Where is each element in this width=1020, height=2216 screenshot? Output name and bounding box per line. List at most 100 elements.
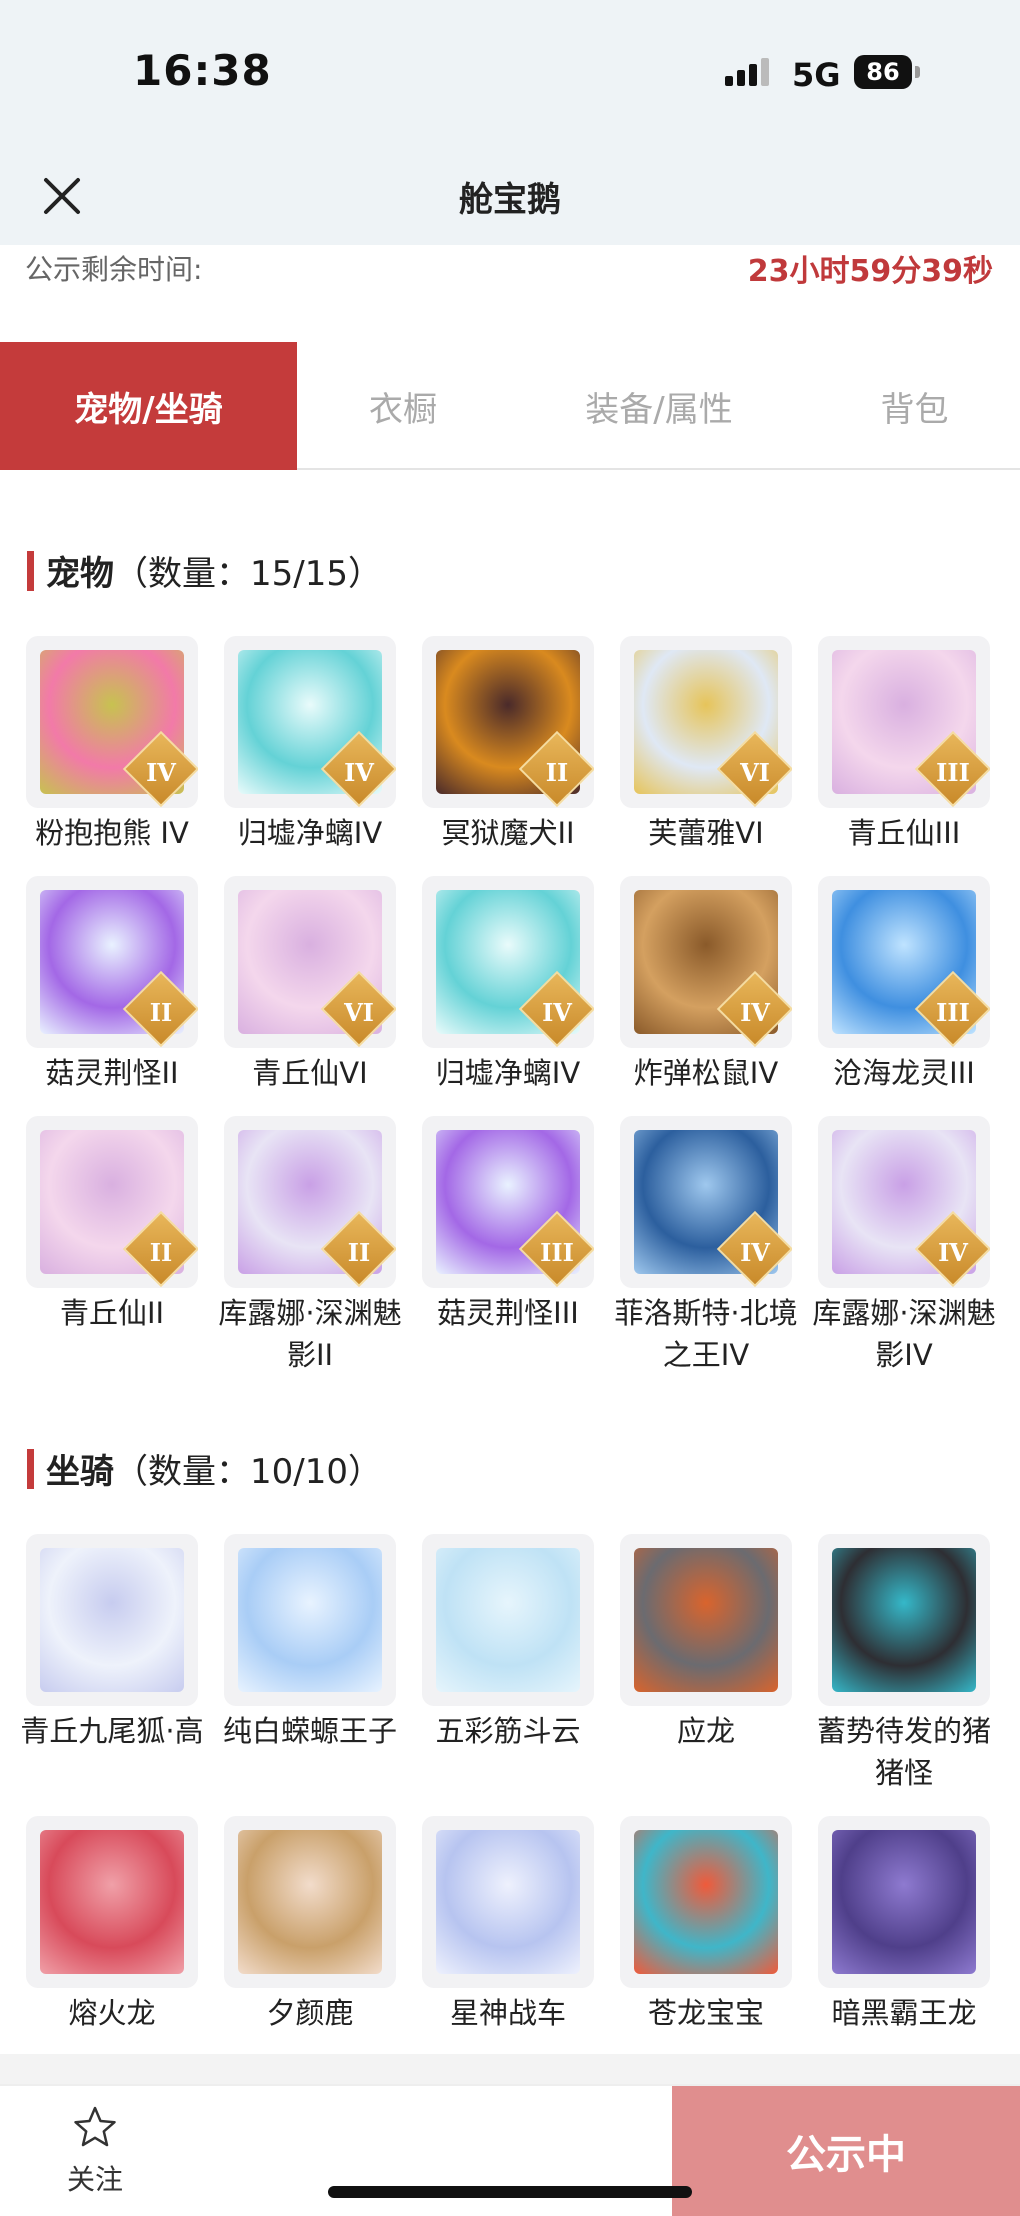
publish-label: 公示中: [786, 2132, 906, 2178]
item-name: 库露娜·深渊魅影IV: [812, 1296, 996, 1372]
home-indicator[interactable]: [328, 2186, 692, 2198]
thumbnail: II: [26, 1116, 198, 1288]
grid-item[interactable]: 纯白蝾螈王子: [223, 1534, 397, 1752]
grade-label: IV: [740, 1237, 770, 1267]
item-name: 库露娜·深渊魅影II: [218, 1296, 402, 1372]
tab-label: 宠物/坐骑: [74, 389, 223, 430]
mounts-section-title: 坐骑 （数量：10/10）: [27, 1444, 382, 1493]
item-name: 菇灵荆怪II: [45, 1056, 179, 1090]
item-name: 菇灵荆怪III: [437, 1296, 579, 1330]
tab-backpack[interactable]: 背包: [809, 342, 1020, 470]
grid-item[interactable]: 蓄势待发的猪猪怪: [817, 1534, 991, 1794]
star-chariot-image: [436, 1830, 580, 1974]
publish-status-button[interactable]: 公示中: [672, 2086, 1020, 2216]
favorite-button[interactable]: 关注: [62, 2104, 128, 2198]
pig-monster-image: [832, 1548, 976, 1692]
item-name: 纯白蝾螈王子: [222, 1714, 397, 1748]
divider: [0, 2054, 1020, 2084]
item-name: 青丘仙III: [847, 816, 961, 850]
grid-item[interactable]: II 库露娜·深渊魅影II: [218, 1116, 402, 1376]
grid-item[interactable]: IV 归墟净螭IV: [422, 876, 594, 1094]
thumbnail: [620, 1816, 792, 1988]
item-name: 夕颜鹿: [266, 1996, 354, 2030]
item-name: 暗黑霸王龙: [831, 1996, 977, 2030]
grid-item[interactable]: VI 芙蕾雅VI: [620, 636, 792, 854]
grade-label: III: [936, 757, 970, 787]
item-name: 沧海龙灵III: [833, 1056, 975, 1090]
thumbnail: [422, 1534, 594, 1706]
thumbnail: VI: [224, 876, 396, 1048]
thumbnail: IV: [620, 1116, 792, 1288]
thumbnail: IV: [818, 1116, 990, 1288]
cloud-image: [436, 1548, 580, 1692]
grade-label: IV: [344, 757, 374, 787]
grid-item[interactable]: IV 库露娜·深渊魅影IV: [812, 1116, 996, 1376]
thumbnail: [26, 1816, 198, 1988]
item-name: 熔火龙: [68, 1996, 156, 2030]
grid-item[interactable]: IV 菲洛斯特·北境之王IV: [614, 1116, 798, 1376]
nine-tail-fox-image: [40, 1548, 184, 1692]
grid-item[interactable]: II 菇灵荆怪II: [26, 876, 198, 1094]
battery-level: 86: [866, 58, 900, 86]
item-name: 粉抱抱熊 IV: [35, 816, 189, 850]
grid-item[interactable]: 苍龙宝宝: [620, 1816, 792, 2034]
dark-trex-image: [832, 1830, 976, 1974]
grade-label: II: [149, 997, 173, 1027]
grid-item[interactable]: VI 青丘仙VI: [224, 876, 396, 1094]
grid-item[interactable]: III 沧海龙灵III: [818, 876, 990, 1094]
deer-image: [238, 1830, 382, 1974]
item-name: 苍龙宝宝: [647, 1996, 764, 2030]
thumbnail: III: [422, 1116, 594, 1288]
section-name: 坐骑: [46, 1452, 114, 1492]
grade-label: III: [540, 1237, 574, 1267]
tab-equipment-attributes[interactable]: 装备/属性: [509, 342, 809, 470]
item-name: 蓄势待发的猪猪怪: [816, 1714, 991, 1790]
grid-item[interactable]: IV 粉抱抱熊 IV: [26, 636, 198, 854]
grid-item[interactable]: 熔火龙: [26, 1816, 198, 2034]
tab-pets-mounts[interactable]: 宠物/坐骑: [0, 342, 297, 470]
section-marker: [27, 550, 34, 591]
thumbnail: IV: [422, 876, 594, 1048]
grade-label: II: [347, 1237, 371, 1267]
pets-section-title: 宠物 （数量：15/15）: [27, 546, 382, 595]
grid-item[interactable]: 星神战车: [422, 1816, 594, 2034]
section-count: （数量：10/10）: [114, 1452, 382, 1492]
grid-item[interactable]: 应龙: [620, 1534, 792, 1752]
grid-item[interactable]: 五彩筋斗云: [422, 1534, 594, 1752]
thumbnail: II: [26, 876, 198, 1048]
item-name: 芙蕾雅VI: [648, 816, 764, 850]
grade-label: VI: [740, 757, 770, 787]
section-marker: [27, 1448, 34, 1489]
grade-label: IV: [740, 997, 770, 1027]
signal-icon: [725, 58, 769, 86]
thumbnail: IV: [620, 876, 792, 1048]
countdown-label: 公示剩余时间:: [25, 253, 203, 286]
item-name: 青丘九尾狐·高: [20, 1714, 204, 1748]
grade-label: III: [936, 997, 970, 1027]
grid-item[interactable]: II 冥狱魔犬II: [422, 636, 594, 854]
grid-item[interactable]: III 菇灵荆怪III: [422, 1116, 594, 1334]
item-name: 归墟净螭IV: [237, 816, 383, 850]
grid-item[interactable]: 暗黑霸王龙: [818, 1816, 990, 2034]
item-name: 青丘仙II: [59, 1296, 165, 1330]
grade-label: IV: [146, 757, 176, 787]
grid-item[interactable]: IV 归墟净螭IV: [224, 636, 396, 854]
star-icon: [74, 2106, 116, 2147]
section-count: （数量：15/15）: [114, 554, 382, 594]
grid-item[interactable]: IV 炸弹松鼠IV: [620, 876, 792, 1094]
item-name: 归墟净螭IV: [435, 1056, 581, 1090]
tab-label: 装备/属性: [585, 389, 733, 430]
tab-wardrobe[interactable]: 衣橱: [297, 342, 509, 470]
page-title: 舱宝鹅: [459, 180, 561, 220]
thumbnail: [818, 1534, 990, 1706]
grid-item[interactable]: 夕颜鹿: [224, 1816, 396, 2034]
item-name: 五彩筋斗云: [435, 1714, 581, 1748]
item-name: 菲洛斯特·北境之王IV: [614, 1296, 798, 1372]
grid-item[interactable]: III 青丘仙III: [818, 636, 990, 854]
grid-item[interactable]: II 青丘仙II: [26, 1116, 198, 1334]
grade-label: VI: [344, 997, 374, 1027]
tab-bar: 宠物/坐骑 衣橱 装备/属性 背包: [0, 342, 1020, 470]
lava-dragon-image: [40, 1830, 184, 1974]
thumbnail: II: [224, 1116, 396, 1288]
grid-item[interactable]: 青丘九尾狐·高: [20, 1534, 204, 1752]
